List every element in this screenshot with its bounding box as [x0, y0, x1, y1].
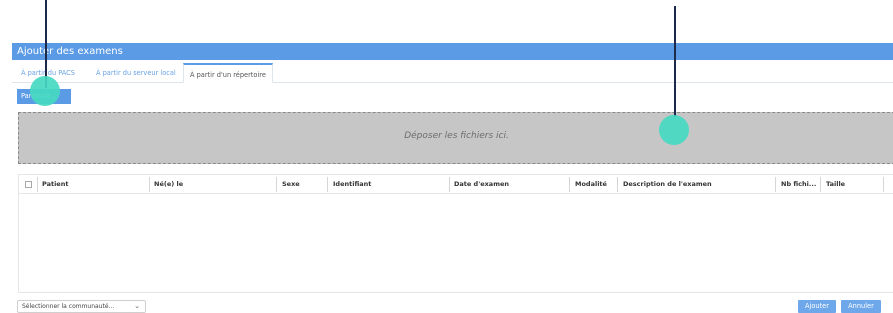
column-header-exam-date[interactable]: Date d'examen	[449, 175, 569, 194]
column-header-identifier[interactable]: Identifiant	[328, 175, 449, 194]
tab-from-directory[interactable]: À partir d'un répertoire	[183, 63, 273, 83]
tab-from-local-server[interactable]: À partir du serveur local	[96, 63, 176, 83]
cancel-button[interactable]: Annuler	[841, 300, 881, 313]
chevron-down-icon: ⌄	[134, 302, 140, 310]
column-header-birth-date[interactable]: Né(e) le	[149, 175, 276, 194]
column-divider	[883, 177, 884, 192]
annotation-pointer-line	[45, 0, 47, 88]
file-dropzone[interactable]: Déposer les fichiers ici.	[18, 112, 893, 164]
source-tabs: À partir du PACS À partir du serveur loc…	[12, 60, 893, 83]
annotation-pointer-line	[674, 6, 676, 117]
dropzone-hint: Déposer les fichiers ici.	[404, 131, 509, 141]
column-header-modality[interactable]: Modalité	[570, 175, 616, 194]
dialog-footer: Sélectionner la communauté... ⌄ Ajouter …	[12, 300, 893, 313]
annotation-marker-dot	[659, 115, 689, 145]
community-select[interactable]: Sélectionner la communauté... ⌄	[17, 300, 146, 313]
column-header-size[interactable]: Taille	[821, 175, 881, 194]
dialog-title: Ajouter des examens	[12, 43, 893, 60]
column-header-patient[interactable]: Patient	[37, 175, 149, 194]
screen: Ajouter des examens À partir du PACS À p…	[0, 0, 893, 313]
annotation-marker-dot	[30, 76, 60, 106]
community-select-value: Sélectionner la communauté...	[22, 303, 115, 310]
column-header-sex[interactable]: Sexe	[277, 175, 327, 194]
exams-table: Patient Né(e) le Sexe Identifiant Date d…	[18, 174, 893, 293]
add-exams-dialog: Ajouter des examens À partir du PACS À p…	[12, 43, 893, 313]
select-all-checkbox[interactable]	[25, 181, 32, 188]
column-header-file-count[interactable]: Nb fichi...	[776, 175, 820, 194]
column-header-exam-description[interactable]: Description de l'examen	[618, 175, 773, 194]
table-header: Patient Né(e) le Sexe Identifiant Date d…	[19, 175, 893, 194]
add-button[interactable]: Ajouter	[798, 300, 836, 313]
